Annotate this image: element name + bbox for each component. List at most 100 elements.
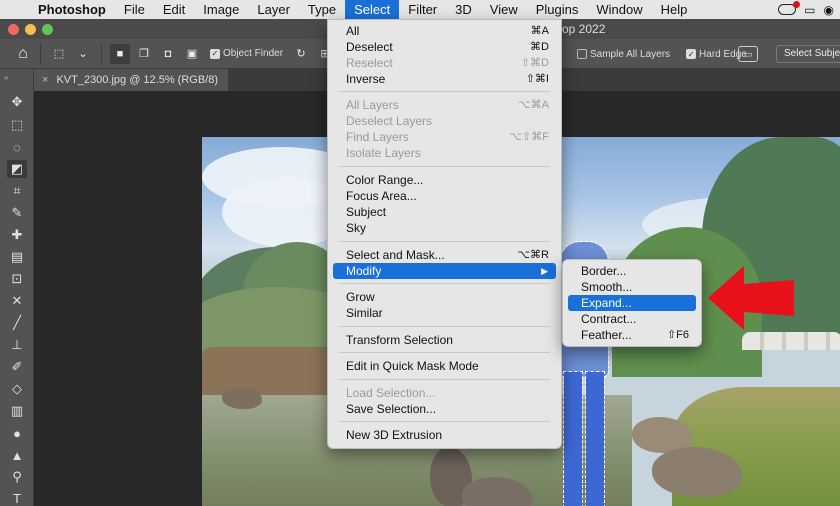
brush-tool-icon[interactable]: ▤ xyxy=(7,248,27,266)
dodge-tool-icon[interactable]: ⚲ xyxy=(7,468,27,486)
menu-file[interactable]: File xyxy=(115,0,154,19)
checkbox-checked-icon[interactable]: ✓ xyxy=(210,48,220,59)
minimize-window-icon[interactable] xyxy=(25,24,36,35)
options-right: Sample All Layers ✓ Hard Edge xyxy=(571,39,753,69)
menu-separator xyxy=(339,283,550,284)
close-tab-icon[interactable]: × xyxy=(42,69,48,91)
person-leg xyxy=(563,371,583,506)
window-controls xyxy=(8,24,53,35)
intersect-selection-icon[interactable]: ▣ xyxy=(182,44,202,64)
menu-separator xyxy=(339,421,550,422)
submenu-arrow-icon: ▶ xyxy=(541,266,548,276)
speech-bubble-icon[interactable]: ▭ xyxy=(738,46,758,62)
rock xyxy=(222,387,262,409)
document-tab-label: KVT_2300.jpg @ 12.5% (RGB/8) xyxy=(56,74,219,86)
menu-view[interactable]: View xyxy=(481,0,527,19)
panel-grip-icon[interactable]: » xyxy=(4,73,8,82)
checkbox-unchecked-icon[interactable] xyxy=(577,49,587,59)
stamp-tool-icon[interactable]: ⊥ xyxy=(7,336,27,354)
submenu-item-expand[interactable]: Expand... xyxy=(568,295,696,311)
menu-image[interactable]: Image xyxy=(194,0,248,19)
menu-item-deselect[interactable]: Deselect ⌘D xyxy=(333,39,556,55)
checkbox-checked-icon[interactable]: ✓ xyxy=(686,49,697,59)
menu-item-all[interactable]: All ⌘A xyxy=(333,23,556,39)
refresh-icon[interactable]: ↻ xyxy=(291,44,311,64)
menu-3d[interactable]: 3D xyxy=(446,0,481,19)
menu-item-deselect-layers: Deselect Layers xyxy=(346,114,433,128)
menu-item-transform-selection[interactable]: Transform Selection xyxy=(333,332,556,348)
menu-item-color-range[interactable]: Color Range... xyxy=(333,172,556,188)
menu-item-focus-area[interactable]: Focus Area... xyxy=(333,188,556,204)
history-brush-tool-icon[interactable]: ✕ xyxy=(7,292,27,310)
select-subject-button[interactable]: Select Subjec xyxy=(776,45,840,63)
menu-separator xyxy=(339,241,550,242)
window-title: op 2022 xyxy=(562,22,606,36)
mac-menubar: Photoshop File Edit Image Layer Type Sel… xyxy=(0,0,840,19)
menu-layer[interactable]: Layer xyxy=(248,0,299,19)
menu-select[interactable]: Select xyxy=(345,0,400,19)
menu-window[interactable]: Window xyxy=(587,0,651,19)
new-selection-icon[interactable]: ■ xyxy=(110,43,130,64)
marquee-tool-icon[interactable]: ⬚ xyxy=(7,116,27,134)
menu-item-select-and-mask[interactable]: Select and Mask... ⌥⌘R xyxy=(333,247,556,263)
subtract-from-selection-icon[interactable]: ◘ xyxy=(158,44,178,64)
menu-item-all-layers: All Layers ⌥⌘A xyxy=(346,98,549,112)
eraser-tool-icon[interactable]: ╱ xyxy=(7,314,27,332)
menu-item-quick-mask[interactable]: Edit in Quick Mask Mode xyxy=(333,358,556,374)
menu-type[interactable]: Type xyxy=(299,0,345,19)
add-to-selection-icon[interactable]: ❐ xyxy=(134,44,154,64)
status-area: ▭ ◉ xyxy=(778,0,840,19)
object-selection-tool-icon[interactable]: ◩ xyxy=(7,160,27,178)
menu-edit[interactable]: Edit xyxy=(154,0,194,19)
record-icon[interactable]: ◉ xyxy=(824,3,834,17)
eyedropper-tool-icon[interactable]: ✎ xyxy=(7,204,27,222)
chevron-down-icon[interactable]: ⌄ xyxy=(73,44,93,64)
submenu-item-feather[interactable]: Feather... ⇧F6 xyxy=(568,327,696,343)
clone-stamp-tool-icon[interactable]: ⊡ xyxy=(7,270,27,288)
submenu-item-smooth[interactable]: Smooth... xyxy=(568,279,696,295)
close-window-icon[interactable] xyxy=(8,24,19,35)
blur-tool-icon[interactable]: ● xyxy=(7,424,27,442)
object-selection-tool-icon[interactable]: ⬚ xyxy=(49,44,69,64)
document-tab[interactable]: × KVT_2300.jpg @ 12.5% (RGB/8) xyxy=(34,69,229,91)
menu-plugins[interactable]: Plugins xyxy=(527,0,588,19)
app-menu-photoshop[interactable]: Photoshop xyxy=(34,2,115,17)
select-menu: All ⌘A Deselect ⌘D Reselect ⇧⌘D Inverse ⇧⌘I … xyxy=(327,19,562,449)
menu-filter[interactable]: Filter xyxy=(399,0,446,19)
menu-item-subject[interactable]: Subject xyxy=(333,204,556,220)
object-finder-label: Object Finder xyxy=(223,48,284,59)
menu-separator xyxy=(339,352,550,353)
annotation-arrow-icon xyxy=(708,266,794,330)
type-tool-icon[interactable]: T xyxy=(7,489,27,506)
sample-all-layers-label: Sample All Layers xyxy=(590,48,671,60)
menu-item-similar[interactable]: Similar xyxy=(333,305,556,321)
menu-item-inverse[interactable]: Inverse ⇧⌘I xyxy=(333,71,556,87)
move-tool-icon[interactable]: ✥ xyxy=(7,93,27,111)
sharpen-tool-icon[interactable]: ▲ xyxy=(7,446,27,464)
menu-item-modify[interactable]: Modify ▶ xyxy=(333,263,556,279)
crop-tool-icon[interactable]: ⌗ xyxy=(7,182,27,200)
modify-submenu: Border... Smooth... Expand... Contract..… xyxy=(562,259,702,347)
lasso-tool-icon[interactable]: ◌ xyxy=(7,138,27,156)
smudge-tool-icon[interactable]: ✐ xyxy=(7,358,27,376)
menu-item-sky[interactable]: Sky xyxy=(333,220,556,236)
menu-item-find-layers: Find Layers ⌥⇧⌘F xyxy=(346,130,549,144)
object-finder-option[interactable]: ✓ Object Finder xyxy=(210,48,283,59)
screen-icon[interactable]: ▭ xyxy=(804,3,815,17)
menu-item-grow[interactable]: Grow xyxy=(333,289,556,305)
creative-cloud-icon[interactable] xyxy=(778,1,801,15)
home-icon[interactable]: ⌂ xyxy=(12,43,34,65)
healing-brush-tool-icon[interactable]: ✚ xyxy=(7,226,27,244)
submenu-item-contract[interactable]: Contract... xyxy=(568,311,696,327)
menu-item-save-selection[interactable]: Save Selection... xyxy=(333,401,556,417)
menu-item-new-3d-extrusion[interactable]: New 3D Extrusion xyxy=(333,427,556,443)
menu-help[interactable]: Help xyxy=(652,0,697,19)
sample-all-layers-option[interactable]: Sample All Layers xyxy=(577,49,670,60)
gradient-tool-icon[interactable]: ▥ xyxy=(7,402,27,420)
divider xyxy=(101,42,102,65)
eraser-icon[interactable]: ◇ xyxy=(7,380,27,398)
maximize-window-icon[interactable] xyxy=(42,24,53,35)
menu-separator xyxy=(339,379,550,380)
submenu-item-border[interactable]: Border... xyxy=(568,263,696,279)
umbrellas xyxy=(742,332,840,350)
